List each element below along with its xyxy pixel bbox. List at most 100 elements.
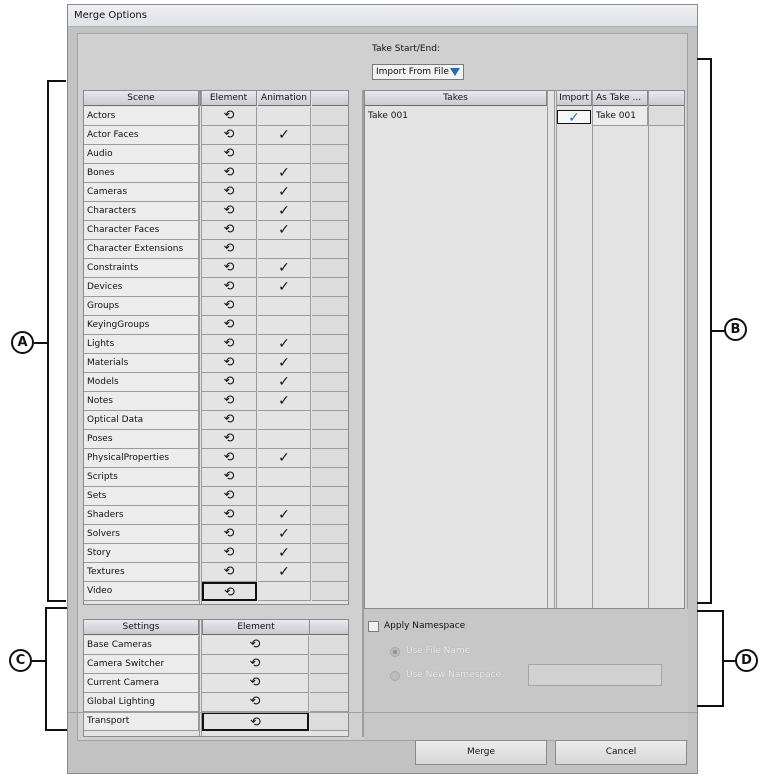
take-dropdown-value: Import From File (376, 67, 449, 77)
settings-row-label: Global Lighting (84, 693, 199, 712)
settings-merge-toggle[interactable]: ⟲ (202, 655, 309, 674)
animation-toggle[interactable] (258, 430, 311, 449)
element-merge-toggle[interactable]: ⟲ (202, 221, 257, 240)
blank-cell (312, 392, 348, 411)
blank-cell (312, 373, 348, 392)
checkmark-icon: ✓ (278, 526, 290, 542)
element-merge-toggle[interactable]: ⟲ (202, 468, 257, 487)
animation-toggle[interactable]: ✓ (258, 373, 311, 392)
blank-cell (310, 712, 348, 731)
animation-toggle[interactable]: ✓ (258, 221, 311, 240)
scene-row-label: Character Extensions (84, 240, 199, 259)
element-merge-toggle[interactable]: ⟲ (202, 316, 257, 335)
animation-toggle[interactable] (258, 107, 311, 126)
animation-toggle[interactable] (258, 145, 311, 164)
blank-cell (312, 183, 348, 202)
element-merge-toggle[interactable]: ⟲ (202, 183, 257, 202)
element-merge-toggle[interactable]: ⟲ (202, 525, 257, 544)
settings-column-header: Settings (84, 620, 199, 635)
element-merge-toggle[interactable]: ⟲ (202, 335, 257, 354)
settings-merge-toggle[interactable]: ⟲ (202, 674, 309, 693)
element-merge-toggle[interactable]: ⟲ (202, 411, 257, 430)
element-merge-toggle[interactable]: ⟲ (202, 373, 257, 392)
settings-merge-toggle[interactable]: ⟲ (202, 693, 309, 712)
callout-c-line (32, 660, 46, 662)
animation-toggle[interactable]: ✓ (258, 392, 311, 411)
animation-toggle[interactable]: ✓ (258, 183, 311, 202)
animation-toggle[interactable]: ✓ (258, 563, 311, 582)
element-merge-toggle[interactable]: ⟲ (202, 278, 257, 297)
animation-toggle[interactable]: ✓ (258, 525, 311, 544)
animation-toggle[interactable]: ✓ (258, 506, 311, 525)
animation-toggle[interactable] (258, 316, 311, 335)
scene-row-label: Solvers (84, 525, 199, 544)
checkmark-icon: ✓ (278, 279, 290, 295)
import-column-header: Import (556, 91, 592, 106)
element-merge-toggle[interactable]: ⟲ (202, 354, 257, 373)
element-merge-toggle[interactable]: ⟲ (202, 107, 257, 126)
blank-cell (312, 449, 348, 468)
element-merge-toggle[interactable]: ⟲ (202, 582, 257, 601)
take-start-end-dropdown[interactable]: Import From File (372, 64, 464, 80)
animation-toggle[interactable]: ✓ (258, 202, 311, 221)
animation-toggle[interactable]: ✓ (258, 354, 311, 373)
blank-cell (312, 506, 348, 525)
animation-toggle[interactable] (258, 297, 311, 316)
element-column-header: Element (200, 91, 257, 106)
refresh-icon: ⟲ (223, 507, 235, 522)
blank-cell (312, 107, 348, 126)
scene-row-label: Notes (84, 392, 199, 411)
element-merge-toggle[interactable]: ⟲ (202, 297, 257, 316)
blank-cell (312, 259, 348, 278)
element-merge-toggle[interactable]: ⟲ (202, 449, 257, 468)
animation-column-header: Animation (258, 91, 311, 106)
checkmark-icon: ✓ (278, 393, 290, 409)
animation-toggle[interactable]: ✓ (258, 544, 311, 563)
import-checkbox[interactable]: ✓ (557, 110, 591, 124)
cancel-button[interactable]: Cancel (555, 740, 687, 765)
scene-table: Scene Element Animation Actors ⟲ Actor Faces… (83, 90, 349, 605)
animation-toggle[interactable] (258, 487, 311, 506)
element-merge-toggle[interactable]: ⟲ (202, 126, 257, 145)
take-item[interactable]: Take 001 (365, 107, 547, 126)
apply-namespace-checkbox[interactable] (368, 621, 379, 632)
animation-toggle[interactable]: ✓ (258, 126, 311, 145)
refresh-icon: ⟲ (249, 656, 261, 671)
callout-b-bracket (697, 58, 712, 604)
element-merge-toggle[interactable]: ⟲ (202, 240, 257, 259)
apply-namespace-label: Apply Namespace (384, 621, 466, 631)
animation-toggle[interactable]: ✓ (258, 449, 311, 468)
animation-toggle[interactable]: ✓ (258, 259, 311, 278)
animation-toggle[interactable] (258, 468, 311, 487)
use-new-namespace-radio[interactable] (390, 671, 400, 681)
animation-toggle[interactable] (258, 582, 311, 601)
checkmark-icon: ✓ (278, 374, 290, 390)
element-divider (199, 620, 200, 736)
element-merge-toggle[interactable]: ⟲ (202, 145, 257, 164)
checkmark-icon: ✓ (278, 507, 290, 523)
animation-toggle[interactable]: ✓ (258, 278, 311, 297)
settings-merge-toggle[interactable]: ⟲ (202, 636, 309, 655)
element-merge-toggle[interactable]: ⟲ (202, 563, 257, 582)
animation-toggle[interactable] (258, 240, 311, 259)
animation-toggle[interactable]: ✓ (258, 335, 311, 354)
as-take-cell[interactable]: Take 001 (593, 107, 648, 126)
animation-toggle[interactable]: ✓ (258, 164, 311, 183)
element-merge-toggle[interactable]: ⟲ (202, 392, 257, 411)
merge-button[interactable]: Merge (415, 740, 547, 765)
namespace-input[interactable] (528, 664, 662, 686)
settings-merge-toggle[interactable]: ⟲ (202, 712, 309, 731)
element-merge-toggle[interactable]: ⟲ (202, 506, 257, 525)
scene-row-label: Groups (84, 297, 199, 316)
element-merge-toggle[interactable]: ⟲ (202, 202, 257, 221)
element-merge-toggle[interactable]: ⟲ (202, 430, 257, 449)
element-merge-toggle[interactable]: ⟲ (202, 259, 257, 278)
scene-row-label: Devices (84, 278, 199, 297)
scene-row-label: Video (84, 582, 199, 601)
animation-toggle[interactable] (258, 411, 311, 430)
blank-cell (310, 693, 348, 712)
element-merge-toggle[interactable]: ⟲ (202, 164, 257, 183)
use-file-name-radio[interactable] (390, 647, 400, 657)
element-merge-toggle[interactable]: ⟲ (202, 487, 257, 506)
element-merge-toggle[interactable]: ⟲ (202, 544, 257, 563)
